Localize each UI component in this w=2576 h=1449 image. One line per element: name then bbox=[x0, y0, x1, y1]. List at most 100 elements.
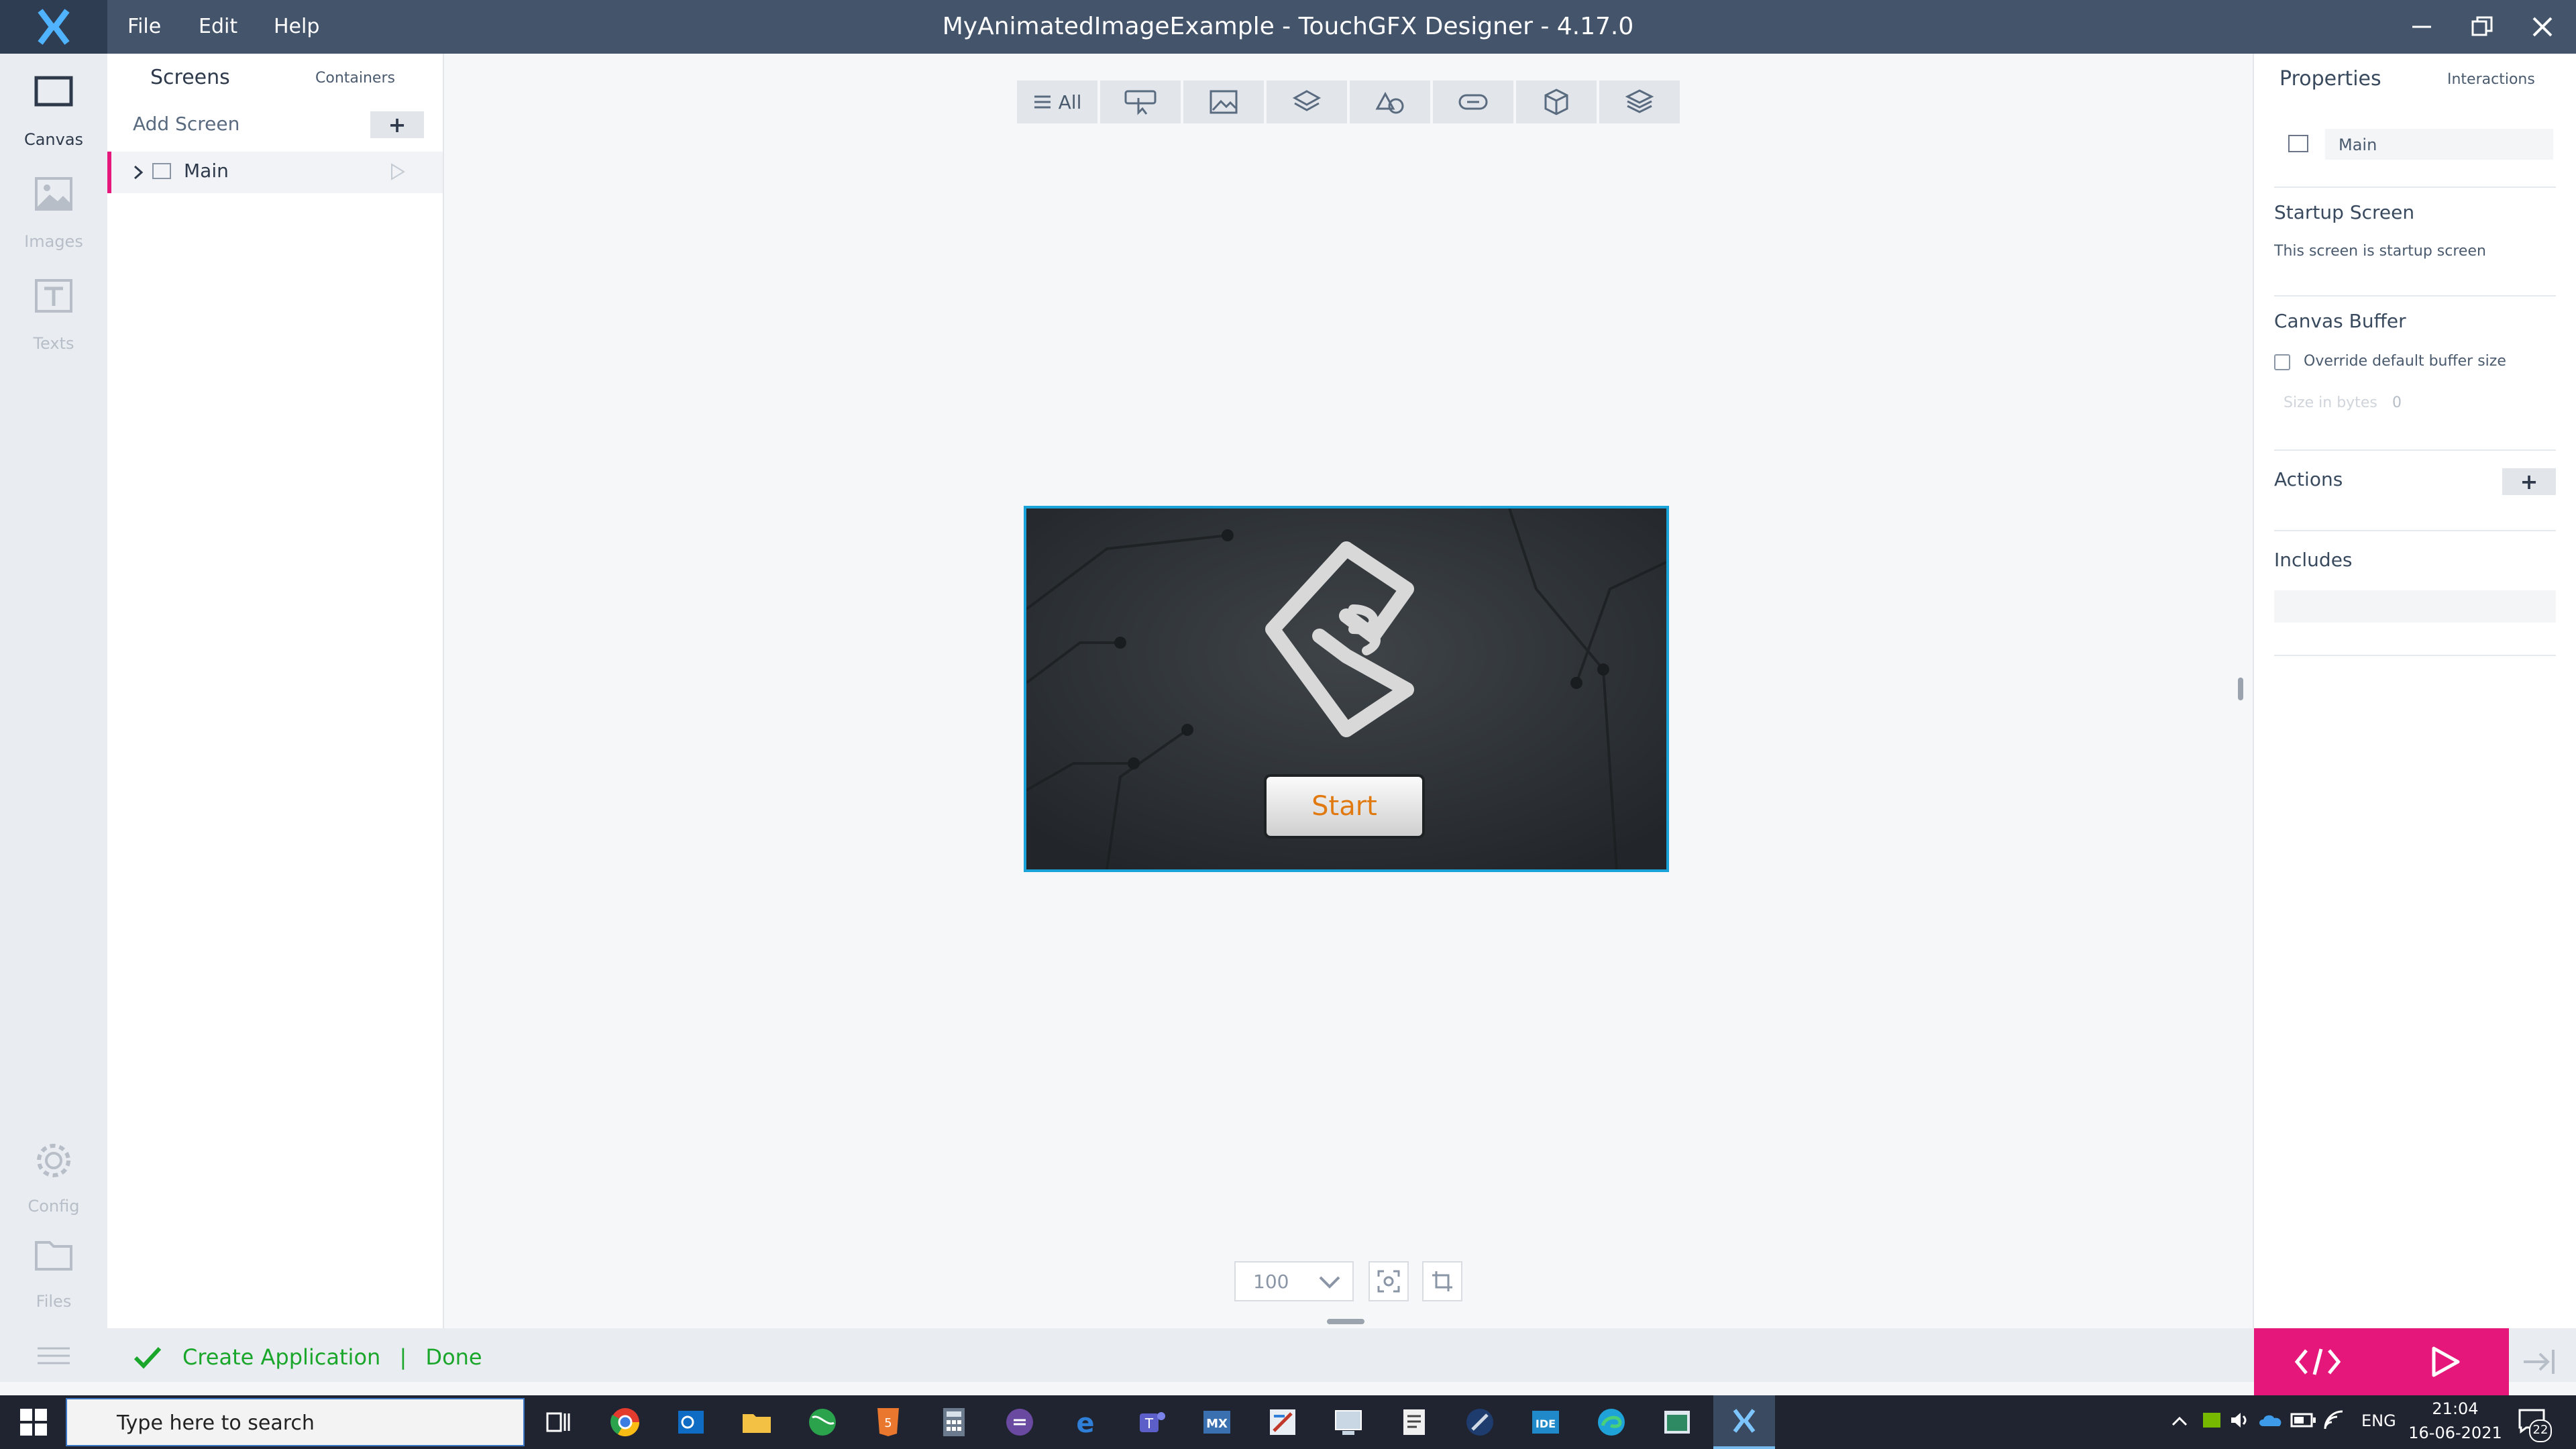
edge-icon[interactable] bbox=[1591, 1402, 1631, 1442]
nav-files[interactable]: Files bbox=[0, 1222, 107, 1316]
nav-config[interactable]: Config bbox=[0, 1127, 107, 1221]
paint-icon[interactable] bbox=[1263, 1402, 1303, 1442]
canvas-icon bbox=[34, 76, 73, 107]
nav-images[interactable]: Images bbox=[0, 162, 107, 256]
nav-canvas[interactable]: Canvas bbox=[0, 60, 107, 154]
menu-file[interactable]: File bbox=[127, 0, 161, 54]
html-icon[interactable]: 5 bbox=[868, 1402, 908, 1442]
gear-icon bbox=[37, 1144, 70, 1177]
notes-icon[interactable] bbox=[1394, 1402, 1434, 1442]
screen-icon bbox=[152, 163, 171, 179]
chevron-down-icon bbox=[1319, 1276, 1340, 1289]
menu-edit[interactable]: Edit bbox=[199, 0, 237, 54]
shapes-icon bbox=[1375, 91, 1404, 114]
remote-icon[interactable] bbox=[1328, 1402, 1368, 1442]
filter-3d-button[interactable] bbox=[1516, 80, 1597, 123]
close-icon[interactable] bbox=[2512, 0, 2573, 54]
svg-text:5: 5 bbox=[884, 1416, 892, 1430]
menu-help[interactable]: Help bbox=[274, 0, 319, 54]
windows-start-icon[interactable] bbox=[13, 1402, 54, 1442]
play-icon[interactable] bbox=[389, 162, 407, 181]
ide-icon[interactable]: IDE bbox=[1525, 1402, 1566, 1442]
screen-item-main[interactable]: Main bbox=[107, 152, 443, 193]
override-buffer-label: Override default buffer size bbox=[2304, 353, 2506, 370]
menu-lines-icon[interactable] bbox=[36, 1346, 71, 1366]
taskbar-search-box[interactable]: Type here to search bbox=[66, 1398, 525, 1446]
start-button[interactable]: Start bbox=[1264, 774, 1425, 839]
startup-screen-text: This screen is startup screen bbox=[2274, 243, 2486, 260]
tab-screens[interactable]: Screens bbox=[150, 66, 230, 89]
task-view-icon[interactable] bbox=[538, 1402, 578, 1442]
filter-all-button[interactable]: All bbox=[1017, 80, 1097, 123]
add-screen-button[interactable]: + bbox=[370, 111, 424, 138]
add-action-button[interactable]: + bbox=[2502, 468, 2556, 495]
svg-text:IDE: IDE bbox=[1536, 1417, 1556, 1430]
run-simulator-button[interactable] bbox=[2381, 1328, 2509, 1395]
chevron-right-icon[interactable] bbox=[131, 164, 145, 181]
wifi-icon[interactable] bbox=[2322, 1409, 2347, 1432]
chevron-up-icon[interactable] bbox=[2171, 1414, 2188, 1428]
generate-code-button[interactable] bbox=[2254, 1328, 2381, 1395]
folder-icon bbox=[35, 1241, 72, 1271]
run-target-button[interactable] bbox=[2509, 1328, 2576, 1395]
status-message: Create Application | Done bbox=[182, 1344, 482, 1370]
filter-button-button[interactable] bbox=[1433, 80, 1513, 123]
taskbar-search-placeholder: Type here to search bbox=[117, 1411, 315, 1435]
browser-icon[interactable] bbox=[802, 1402, 843, 1442]
nav-texts[interactable]: Texts bbox=[0, 264, 107, 358]
tool-icon[interactable] bbox=[1460, 1402, 1500, 1442]
button-icon bbox=[1458, 94, 1488, 110]
explorer-icon[interactable] bbox=[737, 1402, 777, 1442]
play-icon bbox=[2432, 1346, 2460, 1377]
touchgfx-icon[interactable] bbox=[1713, 1395, 1775, 1449]
clock-date[interactable]: 16-06-2021 bbox=[2408, 1424, 2502, 1442]
filter-containers-button[interactable] bbox=[1267, 80, 1347, 123]
panel-resize-handle[interactable] bbox=[2238, 678, 2243, 700]
clock-time[interactable]: 21:04 bbox=[2415, 1399, 2496, 1418]
touchgfx-hand-logo-icon bbox=[1265, 541, 1414, 737]
chrome-icon[interactable] bbox=[605, 1402, 645, 1442]
zoom-select[interactable]: 100 bbox=[1234, 1261, 1354, 1301]
outlook-icon[interactable] bbox=[671, 1402, 711, 1442]
notification-count: 22 bbox=[2529, 1419, 2552, 1442]
monitor-icon[interactable] bbox=[1657, 1402, 1697, 1442]
touchgfx-logo-icon bbox=[0, 0, 107, 54]
code-icon bbox=[2294, 1348, 2341, 1375]
fit-screen-icon bbox=[1377, 1270, 1400, 1293]
divider bbox=[2274, 449, 2556, 451]
tab-containers[interactable]: Containers bbox=[315, 70, 395, 87]
edge-legacy-icon[interactable]: e bbox=[1065, 1402, 1106, 1442]
screen-preview[interactable]: Start bbox=[1024, 506, 1669, 872]
notification-center-icon[interactable]: 22 bbox=[2517, 1405, 2555, 1442]
eclipse-icon[interactable] bbox=[1000, 1402, 1040, 1442]
screens-panel bbox=[107, 54, 444, 1328]
volume-icon[interactable] bbox=[2229, 1410, 2251, 1430]
tab-properties[interactable]: Properties bbox=[2279, 67, 2381, 91]
teams-icon[interactable]: T bbox=[1131, 1402, 1171, 1442]
minimize-icon[interactable] bbox=[2392, 0, 2452, 54]
nav-label: Files bbox=[36, 1292, 72, 1311]
size-in-bytes-label: Size in bytes bbox=[2284, 394, 2377, 411]
divider bbox=[2274, 530, 2556, 531]
filter-image-button[interactable] bbox=[1183, 80, 1264, 123]
filter-stack-button[interactable] bbox=[1599, 80, 1680, 123]
onedrive-icon[interactable] bbox=[2258, 1410, 2285, 1430]
tab-interactions[interactable]: Interactions bbox=[2447, 71, 2535, 88]
calculator-icon[interactable] bbox=[934, 1402, 974, 1442]
stack-icon bbox=[1625, 89, 1654, 113]
cubemx-icon[interactable]: MX bbox=[1197, 1402, 1237, 1442]
includes-input[interactable] bbox=[2274, 590, 2556, 623]
filter-shapes-button[interactable] bbox=[1350, 80, 1430, 123]
language-indicator[interactable]: ENG bbox=[2361, 1411, 2396, 1430]
zoom-value: 100 bbox=[1253, 1271, 1289, 1293]
battery-icon[interactable] bbox=[2290, 1411, 2317, 1429]
fit-to-screen-button[interactable] bbox=[1368, 1261, 1409, 1301]
override-buffer-checkbox[interactable] bbox=[2274, 354, 2290, 370]
screen-name-input[interactable]: Main bbox=[2325, 129, 2553, 160]
canvas-resize-handle[interactable] bbox=[1327, 1319, 1364, 1324]
restore-icon[interactable] bbox=[2452, 0, 2512, 54]
filter-interaction-button[interactable] bbox=[1100, 80, 1181, 123]
nav-label: Config bbox=[28, 1197, 80, 1216]
nvidia-icon[interactable] bbox=[2200, 1409, 2223, 1432]
crop-button[interactable] bbox=[1422, 1261, 1462, 1301]
